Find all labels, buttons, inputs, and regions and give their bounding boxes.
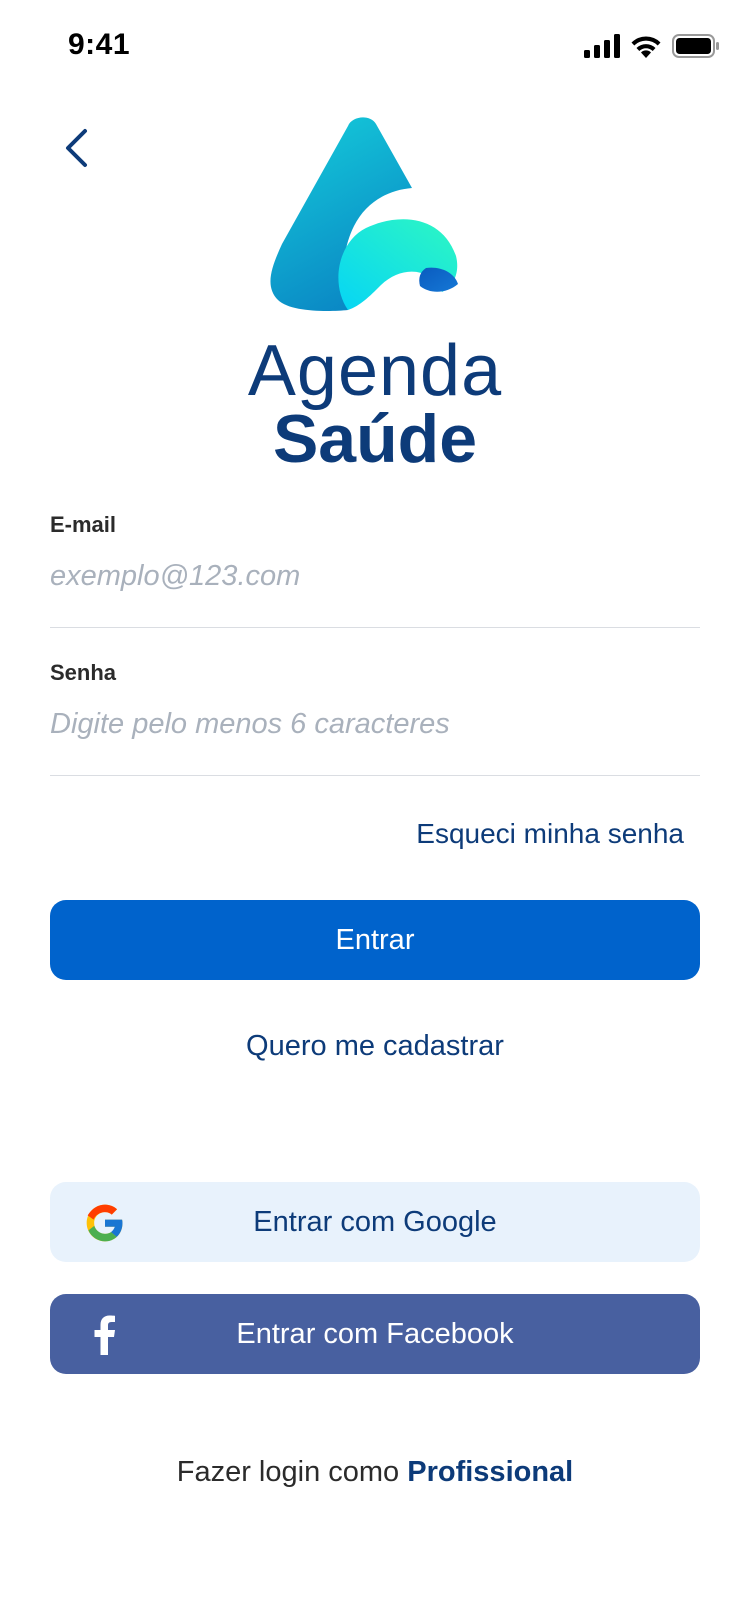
facebook-login-label: Entrar com Facebook bbox=[236, 1317, 514, 1350]
google-icon bbox=[84, 1202, 126, 1244]
facebook-login-button[interactable]: Entrar com Facebook bbox=[50, 1294, 700, 1374]
wifi-icon bbox=[631, 36, 661, 58]
status-time: 9:41 bbox=[68, 28, 131, 61]
professional-login-prefix: Fazer login como bbox=[176, 1456, 400, 1488]
professional-login-link[interactable]: Profissional bbox=[407, 1456, 573, 1488]
forgot-password-link[interactable]: Esqueci minha senha bbox=[416, 818, 684, 850]
password-divider bbox=[50, 775, 700, 776]
password-input[interactable] bbox=[50, 708, 700, 741]
signal-icon bbox=[584, 34, 620, 58]
status-bar: 9:41 bbox=[0, 0, 750, 90]
google-login-button[interactable]: Entrar com Google bbox=[50, 1182, 700, 1262]
register-link[interactable]: Quero me cadastrar bbox=[0, 1030, 750, 1063]
battery-icon bbox=[672, 34, 719, 58]
facebook-icon bbox=[84, 1314, 126, 1356]
password-field-group: Senha bbox=[50, 660, 700, 776]
email-divider bbox=[50, 627, 700, 628]
login-button[interactable]: Entrar bbox=[50, 900, 700, 980]
email-field-group: E-mail bbox=[50, 512, 700, 628]
status-icons bbox=[584, 32, 720, 60]
logo-wordmark-saude: Saúde bbox=[272, 401, 478, 477]
professional-login-row: Fazer login como Profissional bbox=[0, 1456, 750, 1489]
password-label: Senha bbox=[50, 660, 117, 685]
back-chevron-icon bbox=[66, 129, 87, 167]
email-input[interactable] bbox=[50, 560, 700, 593]
back-button[interactable] bbox=[56, 118, 96, 178]
app-logo-mark bbox=[270, 117, 458, 311]
email-label: E-mail bbox=[50, 512, 117, 537]
google-login-label: Entrar com Google bbox=[253, 1205, 497, 1238]
